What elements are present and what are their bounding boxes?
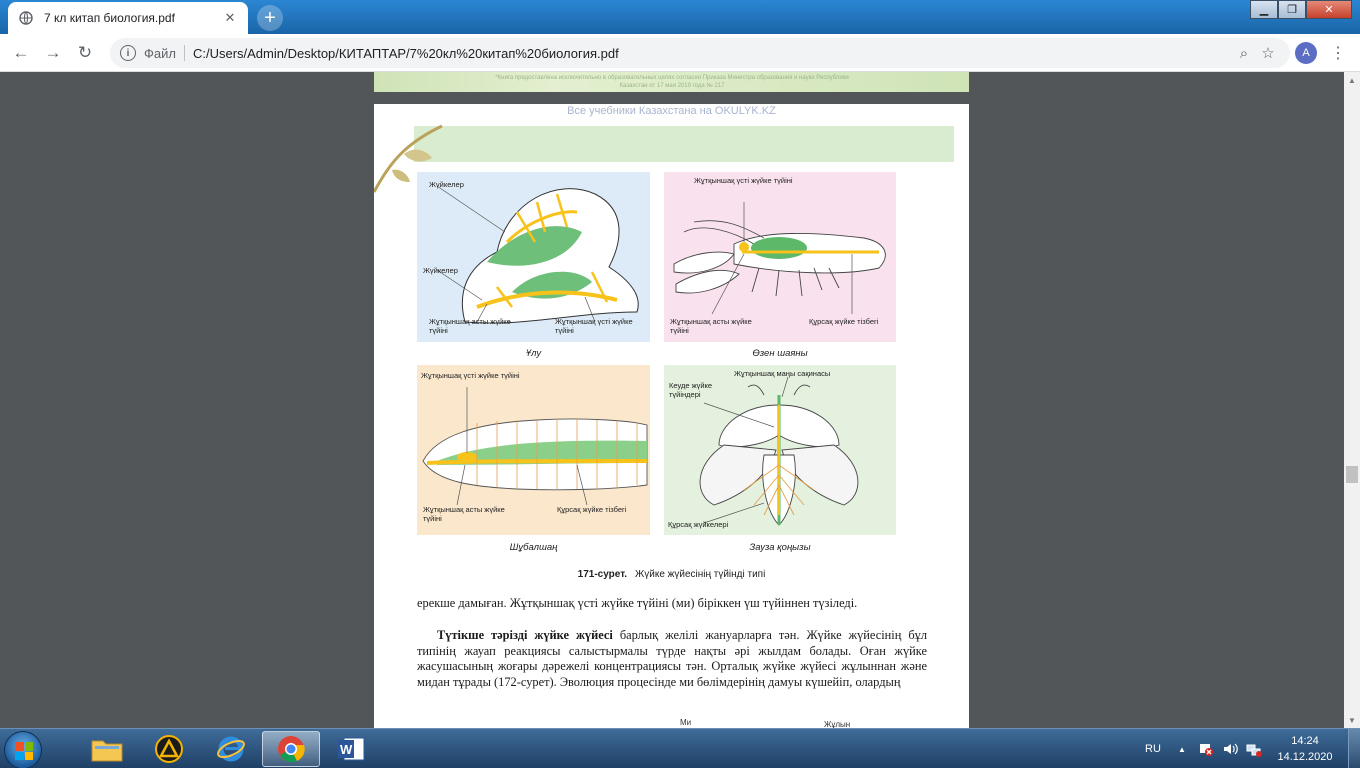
taskbar-chrome[interactable]	[262, 731, 320, 767]
pdf-page: Все учебники Казахстана на OKULYK.KZ Жүй…	[374, 104, 969, 728]
folder-icon	[91, 740, 123, 762]
chrome-icon	[278, 736, 305, 763]
window-close-icon[interactable]: ✕	[1306, 0, 1352, 19]
profile-avatar[interactable]: A	[1295, 42, 1317, 64]
next-figure-label-brain: Ми	[680, 718, 692, 727]
figure-title: Жүйке жүйесінің түйінді типі	[635, 569, 766, 580]
action-center-icon[interactable]	[1198, 729, 1214, 768]
snail-label-nerves-top: Жүйкелер	[429, 180, 464, 189]
tab-pdf[interactable]: 7 кл китап биология.pdf ✕	[8, 2, 248, 34]
kebab-menu-icon[interactable]: ⋮	[1328, 40, 1348, 66]
caption-crayfish: Өзен шаяны	[752, 348, 808, 359]
figure-snail: Жүйкелер Жүйкелер Жұтқыншақ асты жүйке т…	[417, 172, 650, 347]
address-separator	[183, 45, 185, 61]
info-icon[interactable]: i	[120, 45, 136, 61]
figure-number: 171-сурет.	[577, 569, 628, 580]
windows-taskbar: W RU ▲ 14:24 14.12.2020	[0, 728, 1360, 768]
beetle-label-abdominal-nerves: Құрсақ жүйкелері	[668, 520, 729, 529]
close-tab-icon[interactable]: ✕	[222, 10, 238, 26]
tab-title: 7 кл китап биология.pdf	[44, 11, 175, 25]
beetle-label-thoracic-ganglia: Кеуде жүйке түйіндері	[669, 381, 713, 399]
figure-worm: Жұтқыншақ үсті жүйке түйіні Жұтқыншақ ас…	[417, 365, 650, 540]
term-tubular-nervous-system: Түтікше тәрізді жүйке жүйесі	[437, 628, 613, 642]
taskbar-clock[interactable]: 14:24 14.12.2020	[1270, 733, 1340, 765]
internet-explorer-icon	[217, 736, 245, 762]
back-arrow-icon[interactable]: ←	[8, 40, 34, 66]
language-indicator[interactable]: RU	[1145, 729, 1161, 768]
taskbar-word[interactable]: W	[322, 731, 380, 767]
taskbar-explorer[interactable]	[78, 731, 136, 767]
snail-label-subpharyngeal: Жұтқыншақ асты жүйке түйіні	[429, 317, 511, 335]
scroll-up-arrow-icon[interactable]: ▲	[1344, 72, 1360, 88]
crayfish-label-ventral-chain: Құрсақ жүйке тізбегі	[809, 317, 879, 326]
paragraph-1: ерекше дамыған. Жұтқыншақ үсті жүйке түй…	[417, 596, 858, 610]
header-band	[414, 126, 954, 162]
zoom-icon[interactable]: ⌕	[1232, 45, 1256, 62]
word-icon: W	[338, 737, 365, 761]
beetle-label-periphagyngeal-ring: Жұтқыншақ маңы сақинасы	[734, 369, 831, 378]
worm-label-subpharyngeal: Жұтқыншақ асты жүйке түйіні	[423, 505, 505, 523]
watermark: Все учебники Казахстана на OKULYK.KZ	[567, 105, 776, 117]
bookmark-star-icon[interactable]: ☆	[1256, 44, 1280, 62]
new-tab-button[interactable]: +	[257, 5, 283, 31]
svg-text:W: W	[340, 742, 353, 757]
windows-logo-icon	[15, 742, 33, 760]
scrollbar-thumb[interactable]	[1346, 466, 1358, 483]
network-icon[interactable]	[1246, 729, 1262, 768]
caption-worm: Шұбалшаң	[509, 542, 558, 553]
paragraph-2: Түтікше тәрізді жүйке жүйесі барлық желі…	[417, 628, 927, 690]
crayfish-label-suprapharyngeal: Жұтқыншақ үсті жүйке түйіні	[694, 176, 793, 185]
volume-icon[interactable]	[1222, 729, 1238, 768]
worm-label-suprapharyngeal: Жұтқыншақ үсті жүйке түйіні	[421, 371, 520, 380]
pdf-viewer[interactable]: *Книга предоставлена исключительно в обр…	[0, 72, 1344, 728]
browser-toolbar: ← → ↻ i Файл C:/Users/Admin/Desktop/КИТА…	[0, 34, 1360, 72]
start-button[interactable]	[4, 731, 42, 768]
next-figure-label-spinal-cord: Жұлын	[824, 720, 851, 728]
figure-beetle: Жұтқыншақ маңы сақинасы Кеуде жүйке түйі…	[664, 365, 896, 540]
figure-crayfish: Жұтқыншақ үсті жүйке түйіні Жұтқыншақ ас…	[664, 172, 896, 347]
address-url[interactable]: C:/Users/Admin/Desktop/КИТАПТАР/7%20кл%2…	[193, 46, 1232, 61]
reload-icon[interactable]: ↻	[72, 40, 98, 66]
clock-date: 14.12.2020	[1277, 751, 1333, 763]
snail-label-nerves-mid: Жүйкелер	[423, 266, 458, 275]
previous-page-fine-print: *Книга предоставлена исключительно в обр…	[495, 75, 849, 89]
triangle-app-icon	[155, 735, 183, 763]
caption-snail: Ұлу	[525, 348, 542, 359]
window-controls: ▁ ❐ ✕	[1250, 0, 1352, 19]
globe-icon	[18, 10, 34, 26]
tray-expand-icon[interactable]: ▲	[1178, 729, 1186, 768]
vertical-scrollbar[interactable]: ▲ ▼	[1344, 72, 1360, 728]
browser-tab-strip: 7 кл китап биология.pdf ✕ + ▁ ❐ ✕	[0, 0, 1360, 34]
minimize-icon[interactable]: ▁	[1250, 0, 1278, 19]
figure-caption: 171-сурет. Жүйке жүйесінің түйінді типі	[374, 569, 969, 580]
show-desktop-button[interactable]	[1348, 729, 1360, 768]
crayfish-label-subpharyngeal: Жұтқыншақ асты жүйке түйіні	[670, 317, 752, 335]
worm-label-ventral-chain: Құрсақ жүйке тізбегі	[557, 505, 627, 514]
caption-beetle: Зауза қоңызы	[749, 542, 811, 553]
restore-icon[interactable]: ❐	[1278, 0, 1306, 19]
clock-time: 14:24	[1291, 735, 1319, 747]
snail-label-suprapharyngeal: Жұтқыншақ үсті жүйке түйіні	[555, 317, 633, 335]
taskbar-media-app[interactable]	[140, 731, 198, 767]
previous-page-bottom: *Книга предоставлена исключительно в обр…	[374, 72, 969, 92]
scroll-down-arrow-icon[interactable]: ▼	[1344, 712, 1360, 728]
taskbar-ie[interactable]	[202, 731, 260, 767]
address-scheme: Файл	[144, 45, 176, 61]
forward-arrow-icon[interactable]: →	[40, 40, 66, 66]
address-bar[interactable]: i Файл C:/Users/Admin/Desktop/КИТАПТАР/7…	[110, 38, 1290, 68]
